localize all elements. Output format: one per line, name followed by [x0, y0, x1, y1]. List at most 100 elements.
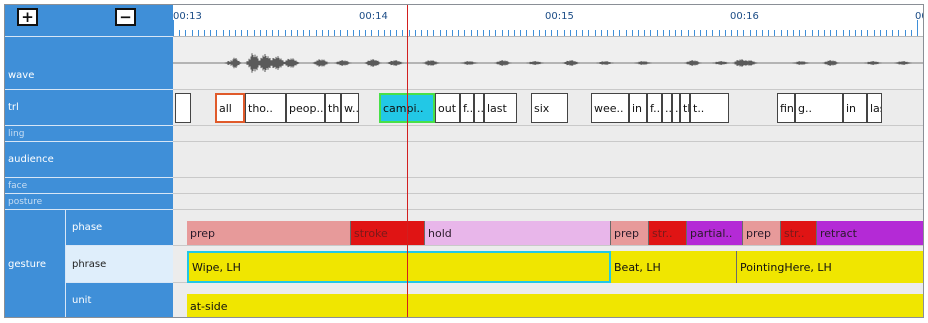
- tier-label-phase[interactable]: phase: [66, 210, 173, 246]
- phrase-track[interactable]: Wipe, LH Beat, LH PointingHere, LH: [173, 246, 923, 283]
- phase-annotation[interactable]: retract: [817, 221, 923, 245]
- tier-label-text: phase: [72, 222, 103, 233]
- trl-annotation[interactable]: f..: [460, 93, 474, 123]
- ruler-tick: [601, 30, 602, 36]
- tier-label-text: face: [8, 180, 28, 191]
- ruler-tick: [396, 30, 397, 36]
- trl-annotation[interactable]: th..: [325, 93, 341, 123]
- phrase-annotation[interactable]: Wipe, LH: [187, 251, 611, 283]
- trl-annotation[interactable]: f..: [647, 93, 662, 123]
- ruler-tick: [768, 30, 769, 36]
- tier-label-text: phrase: [72, 258, 107, 270]
- ruler-tick: [495, 30, 496, 36]
- trl-annotation[interactable]: all: [215, 93, 245, 123]
- ruler-tick: [750, 30, 751, 36]
- face-track[interactable]: [173, 178, 923, 194]
- ruler-tick: [700, 30, 701, 36]
- phase-annotation[interactable]: hold: [425, 221, 611, 245]
- trl-annotation[interactable]: ..: [672, 93, 680, 123]
- playhead-cursor[interactable]: [407, 5, 408, 317]
- ruler-tick: [464, 30, 465, 36]
- time-ruler[interactable]: 00:13 00:14 00:15 00:16 00: [173, 5, 924, 37]
- trl-track[interactable]: alltho..peop..th..w..campi..outf....last…: [173, 90, 923, 126]
- wave-track[interactable]: [173, 37, 923, 90]
- tier-label-text: ling: [8, 128, 25, 139]
- zoom-in-button[interactable]: +: [17, 8, 38, 26]
- phase-annotation[interactable]: str..: [781, 221, 817, 245]
- ruler-tick: [508, 30, 509, 36]
- ruler-tick: [694, 30, 695, 36]
- phase-annotation[interactable]: stroke: [351, 221, 425, 245]
- tier-label-face[interactable]: face: [5, 178, 173, 194]
- posture-track[interactable]: [173, 194, 923, 210]
- ruler-tick: [272, 30, 273, 36]
- ruler-tick: [489, 30, 490, 36]
- ruler-tick: [681, 30, 682, 36]
- ruler-tick: [607, 30, 608, 36]
- trl-annotation[interactable]: t..: [690, 93, 729, 123]
- trl-annotation[interactable]: six: [531, 93, 568, 123]
- ruler-tick: [390, 30, 391, 36]
- trl-annotation[interactable]: tho..: [245, 93, 286, 123]
- tier-label-audience[interactable]: audience: [5, 142, 173, 178]
- phrase-annotation[interactable]: Beat, LH: [611, 251, 737, 283]
- unit-annotation[interactable]: at-side: [187, 294, 923, 317]
- ruler-tick: [588, 30, 589, 36]
- ruler-tick: [204, 30, 205, 36]
- ruler-tick: [836, 30, 837, 36]
- ruler-tick: [892, 30, 893, 36]
- audience-track[interactable]: [173, 142, 923, 178]
- trl-annotation[interactable]: wee..: [591, 93, 629, 123]
- trl-annotation[interactable]: [175, 93, 191, 123]
- tier-label-trl[interactable]: trl: [5, 90, 173, 126]
- ruler-tick: [644, 30, 645, 36]
- phase-annotation[interactable]: prep: [611, 221, 649, 245]
- ruler-tick: [446, 30, 447, 36]
- trl-annotation[interactable]: ..: [662, 93, 672, 123]
- tier-label-gesture[interactable]: gesture: [5, 210, 66, 317]
- ruler-tick: [923, 30, 924, 36]
- ruler-tick: [669, 30, 670, 36]
- trl-annotation[interactable]: out: [435, 93, 460, 123]
- trl-annotation[interactable]: thea..: [680, 93, 690, 123]
- trl-annotation[interactable]: last: [867, 93, 882, 123]
- tier-label-posture[interactable]: posture: [5, 194, 173, 210]
- trl-annotation[interactable]: w..: [341, 93, 359, 123]
- trl-annotation[interactable]: in: [629, 93, 647, 123]
- phase-annotation[interactable]: prep: [187, 221, 351, 245]
- unit-track[interactable]: at-side: [173, 283, 923, 317]
- phase-annotation[interactable]: prep: [743, 221, 781, 245]
- ruler-tick: [843, 30, 844, 36]
- ruler-tick: [787, 30, 788, 36]
- trl-annotation[interactable]: peop..: [286, 93, 325, 123]
- ling-track[interactable]: [173, 126, 923, 142]
- phase-track[interactable]: prep stroke hold prep str.. partial.. prep str.…: [173, 210, 923, 246]
- phase-annotation[interactable]: str..: [649, 221, 687, 245]
- ruler-tick: [793, 30, 794, 36]
- waveform: [173, 53, 923, 73]
- ruler-tick: [805, 30, 806, 36]
- ruler-tick: [477, 30, 478, 36]
- phrase-annotation[interactable]: PointingHere, LH: [737, 251, 923, 283]
- ruler-tick: [545, 30, 546, 36]
- ruler-tick: [192, 30, 193, 36]
- ruler-tick: [316, 30, 317, 36]
- trl-annotation[interactable]: ..: [474, 93, 484, 123]
- trl-annotation[interactable]: g..: [795, 93, 843, 123]
- trl-annotation[interactable]: finally: [777, 93, 795, 123]
- tier-label-unit[interactable]: unit: [66, 283, 173, 317]
- time-label: 00:13: [173, 11, 202, 22]
- tier-label-ling[interactable]: ling: [5, 126, 173, 142]
- ruler-tick: [812, 30, 813, 36]
- ruler-tick: [675, 30, 676, 36]
- ruler-tick: [849, 30, 850, 36]
- tier-label-wave[interactable]: wave: [5, 37, 173, 90]
- ruler-tick: [526, 30, 527, 36]
- zoom-out-button[interactable]: −: [115, 8, 136, 26]
- ruler-tick: [427, 30, 428, 36]
- trl-annotation[interactable]: in: [843, 93, 867, 123]
- tier-label-phrase[interactable]: phrase: [66, 246, 173, 283]
- phase-annotation[interactable]: partial..: [687, 221, 743, 245]
- ruler-tick: [198, 30, 199, 36]
- trl-annotation[interactable]: last: [484, 93, 517, 123]
